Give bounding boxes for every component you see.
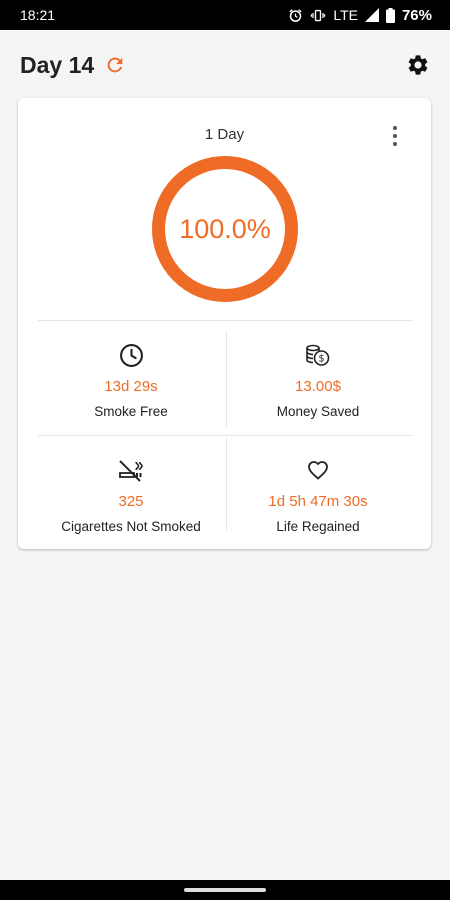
card-header: 1 Day <box>18 98 431 150</box>
period-label[interactable]: 1 Day <box>18 126 431 143</box>
refresh-icon[interactable] <box>104 54 126 76</box>
battery-percent: 76% <box>401 6 432 24</box>
progress-percent: 100.0% <box>179 213 271 244</box>
signal-icon <box>364 8 379 22</box>
progress-ring: 100.0% <box>149 153 301 305</box>
battery-icon <box>385 7 395 23</box>
status-bar: 18:21 LTE 76% <box>0 0 450 30</box>
home-gesture-handle[interactable] <box>184 888 266 892</box>
network-type: LTE <box>333 7 358 23</box>
page-title: Day 14 <box>20 51 95 78</box>
stat-life-regained: 1d 5h 47m 30s Life Regained <box>223 441 413 551</box>
overflow-menu-icon[interactable] <box>385 124 405 148</box>
coins-icon: $ <box>305 342 331 368</box>
vibrate-icon <box>310 8 326 23</box>
stat-value: 1d 5h 47m 30s <box>268 493 368 510</box>
system-nav-bar <box>0 880 450 900</box>
stat-value: 13.00$ <box>295 378 341 395</box>
progress-card: 1 Day 100.0% 13d 29s Smoke Free $ 13.00$… <box>18 98 431 549</box>
stat-label: Life Regained <box>276 519 360 534</box>
heart-icon <box>305 457 331 483</box>
status-time: 18:21 <box>20 7 56 23</box>
stat-value: 13d 29s <box>104 378 158 395</box>
gear-icon[interactable] <box>406 53 430 77</box>
app-bar: Day 14 <box>0 30 450 100</box>
svg-text:$: $ <box>318 354 324 365</box>
app-bar-title-group: Day 14 <box>20 52 126 79</box>
stat-label: Cigarettes Not Smoked <box>61 519 201 534</box>
divider <box>38 320 413 321</box>
clock-icon <box>119 342 144 368</box>
stat-label: Smoke Free <box>94 404 168 419</box>
stat-value: 325 <box>118 493 144 510</box>
stat-money-saved: $ 13.00$ Money Saved <box>223 326 413 436</box>
stat-label: Money Saved <box>276 404 360 419</box>
alarm-icon <box>288 8 303 23</box>
no-smoking-icon <box>118 457 144 483</box>
status-icons: LTE 76% <box>288 7 432 24</box>
stat-smoke-free: 13d 29s Smoke Free <box>36 326 226 436</box>
stat-cigarettes-not-smoked: 325 Cigarettes Not Smoked <box>36 441 226 551</box>
